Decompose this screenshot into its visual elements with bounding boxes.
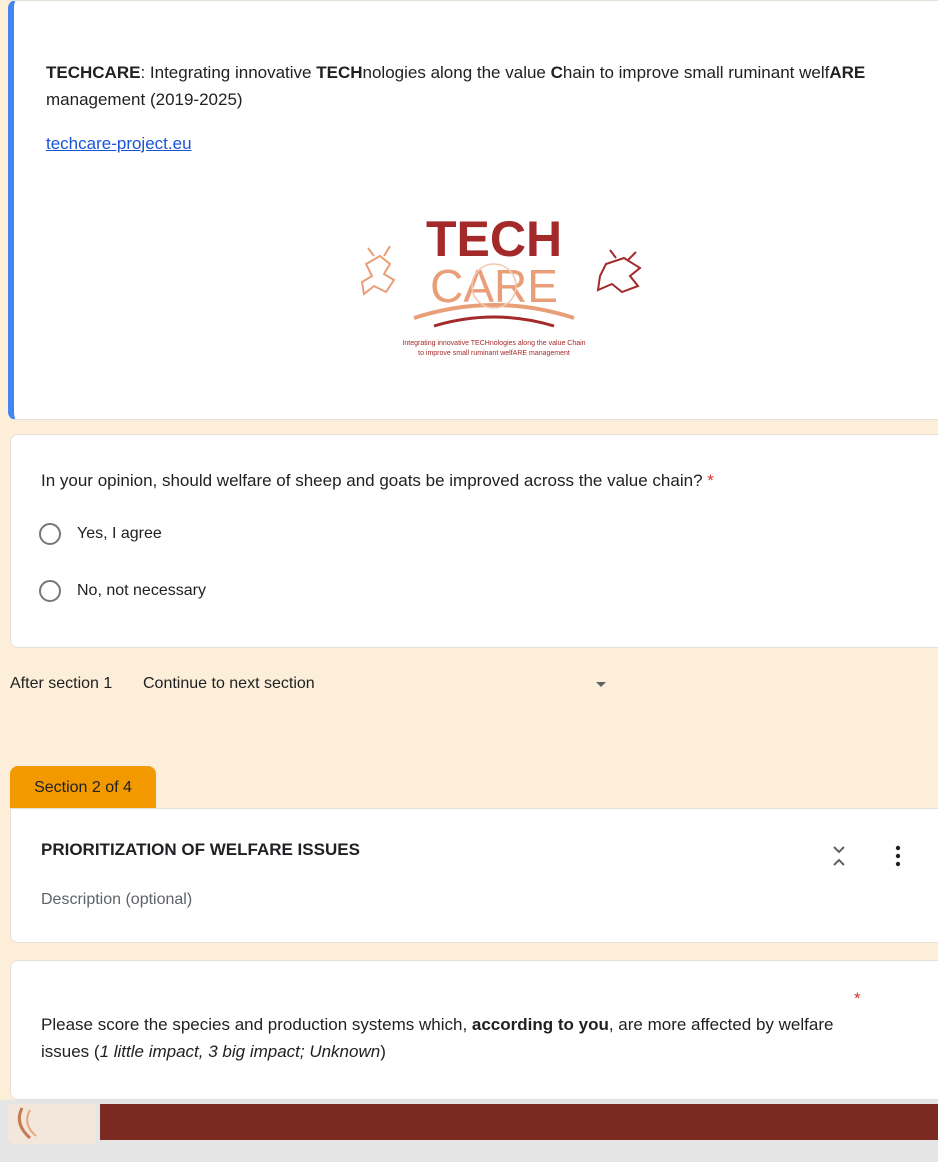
required-marker: * — [707, 471, 714, 490]
logo-word-tech: TECH — [426, 211, 562, 267]
question-card: In your opinion, should welfare of sheep… — [10, 434, 938, 648]
option-label: Yes, I agree — [77, 525, 162, 542]
after-section-dropdown[interactable]: Continue to next section — [143, 675, 315, 693]
question-text-part: according to you — [471, 1015, 609, 1034]
option-label: No, not necessary — [77, 582, 206, 599]
logo-tagline-2: to improve small ruminant welfARE manage… — [418, 350, 570, 357]
dropdown-arrow-icon[interactable] — [596, 682, 606, 687]
option-yes[interactable]: Yes, I agree — [39, 523, 162, 545]
title-part: management (2019-2025) — [46, 90, 243, 109]
radio-button[interactable] — [39, 580, 61, 602]
form-header-card: TECHCARE: Integrating innovative TECHnol… — [8, 0, 938, 420]
title-part: C — [550, 63, 563, 82]
form-description: TECHCARE: Integrating innovative TECHnol… — [46, 59, 906, 113]
required-marker: * — [854, 989, 861, 1008]
sheep-icon — [596, 249, 642, 294]
title-part: : Integrating innovative — [140, 63, 317, 82]
logo-fragment-icon — [17, 1107, 37, 1140]
title-part: ARE — [829, 63, 866, 82]
goat-icon — [360, 245, 396, 296]
section-tab: Section 2 of 4 — [10, 766, 156, 810]
project-link[interactable]: techcare-project.eu — [46, 134, 192, 154]
title-part: TECH — [316, 63, 363, 82]
title-part: nologies along the value — [362, 63, 551, 82]
question-card: * Please score the species and productio… — [10, 960, 938, 1100]
question-title: Please score the species and production … — [41, 1011, 851, 1065]
question-text: In your opinion, should welfare of sheep… — [41, 471, 703, 490]
footer-banner — [100, 1104, 938, 1140]
title-part: hain to improve small ruminant welf — [562, 63, 830, 82]
logo-tagline-1: Integrating innovative TECHnologies alon… — [402, 340, 585, 347]
question-text-part: Please score the species and production … — [41, 1015, 472, 1034]
option-no[interactable]: No, not necessary — [39, 580, 206, 602]
section-header-card: PRIORITIZATION OF WELFARE ISSUES Descrip… — [10, 808, 938, 943]
section-title[interactable]: PRIORITIZATION OF WELFARE ISSUES — [41, 840, 360, 860]
question-text-part: ) — [380, 1042, 386, 1061]
question-title: In your opinion, should welfare of sheep… — [41, 471, 714, 491]
collapse-icon[interactable] — [831, 843, 847, 869]
section-description-field[interactable]: Description (optional) — [41, 891, 192, 909]
radio-button[interactable] — [39, 523, 61, 545]
after-section-label: After section 1 — [10, 675, 113, 692]
logo-arc — [433, 315, 555, 328]
techcare-logo: TECH CARE Integrating innovative TECHnol… — [360, 211, 642, 357]
more-vert-icon[interactable] — [893, 845, 903, 867]
title-part: TECHCARE — [46, 63, 141, 82]
question-text-part: 1 little impact, 3 big impact; Unknown — [99, 1042, 381, 1061]
footer-logo-thumbnail — [8, 1104, 96, 1144]
